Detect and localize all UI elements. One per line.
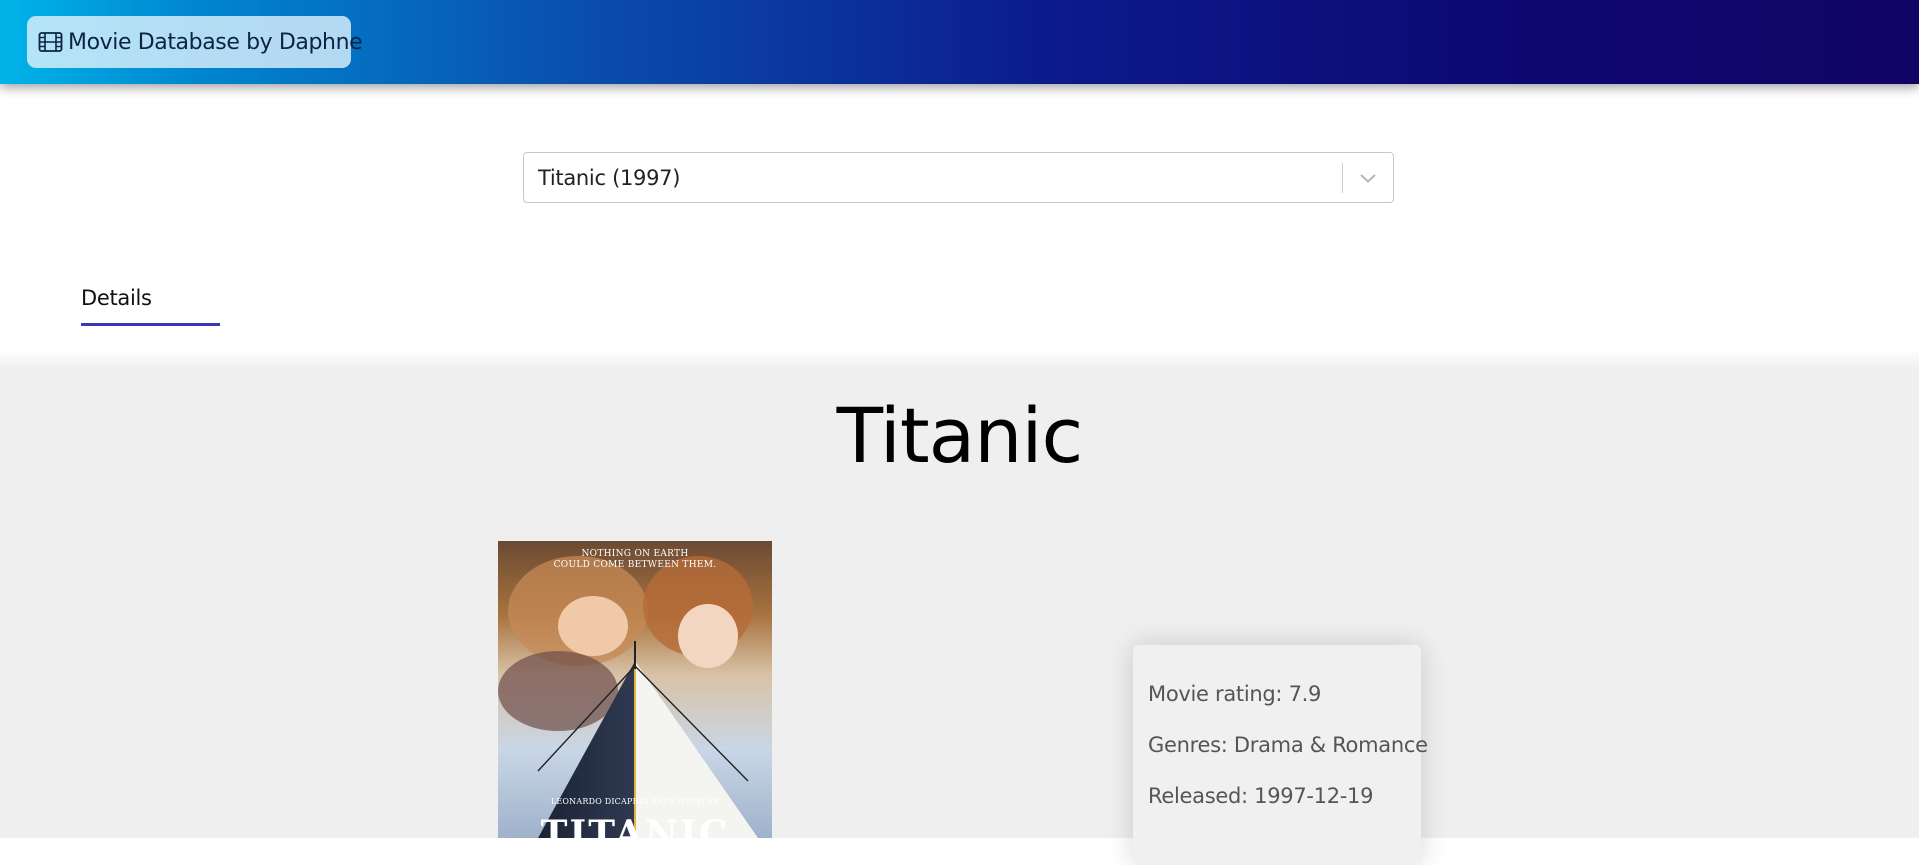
tab-details[interactable]: Details: [81, 286, 220, 326]
movie-genres: Genres: Drama & Romance: [1148, 733, 1428, 757]
poster-tagline-line: NOTHING ON EARTH: [581, 549, 689, 559]
poster-credits: LEONARDO DICAPRIO KATE WINSLET: [550, 797, 720, 806]
movie-info-card: Movie rating: 7.9 Genres: Drama & Romanc…: [1133, 645, 1428, 865]
film-icon: [38, 31, 63, 53]
poster-tagline-line: COULD COME BETWEEN THEM.: [553, 560, 717, 570]
brand-home-button[interactable]: Movie Database by Daphne: [27, 16, 363, 68]
movie-poster: NOTHING ON EARTH COULD COME BETWEEN THEM…: [498, 541, 772, 838]
movie-search-select[interactable]: Titanic (1997): [523, 152, 1394, 203]
selected-movie-value: Titanic (1997): [538, 165, 681, 190]
movie-release-date: Released: 1997-12-19: [1148, 784, 1374, 808]
tab-details-label: Details: [81, 286, 152, 310]
app-header: Movie Database by Daphne: [0, 0, 1919, 84]
chevron-down-icon[interactable]: [1343, 153, 1393, 202]
brand-title: Movie Database by Daphne: [68, 29, 363, 55]
details-panel: Titanic: [0, 349, 1919, 838]
poster-name: TITANIC: [540, 813, 730, 838]
poster-tagline: NOTHING ON EARTH COULD COME BETWEEN THEM…: [498, 549, 772, 571]
movie-title: Titanic: [836, 391, 1084, 480]
movie-rating: Movie rating: 7.9: [1148, 682, 1322, 706]
